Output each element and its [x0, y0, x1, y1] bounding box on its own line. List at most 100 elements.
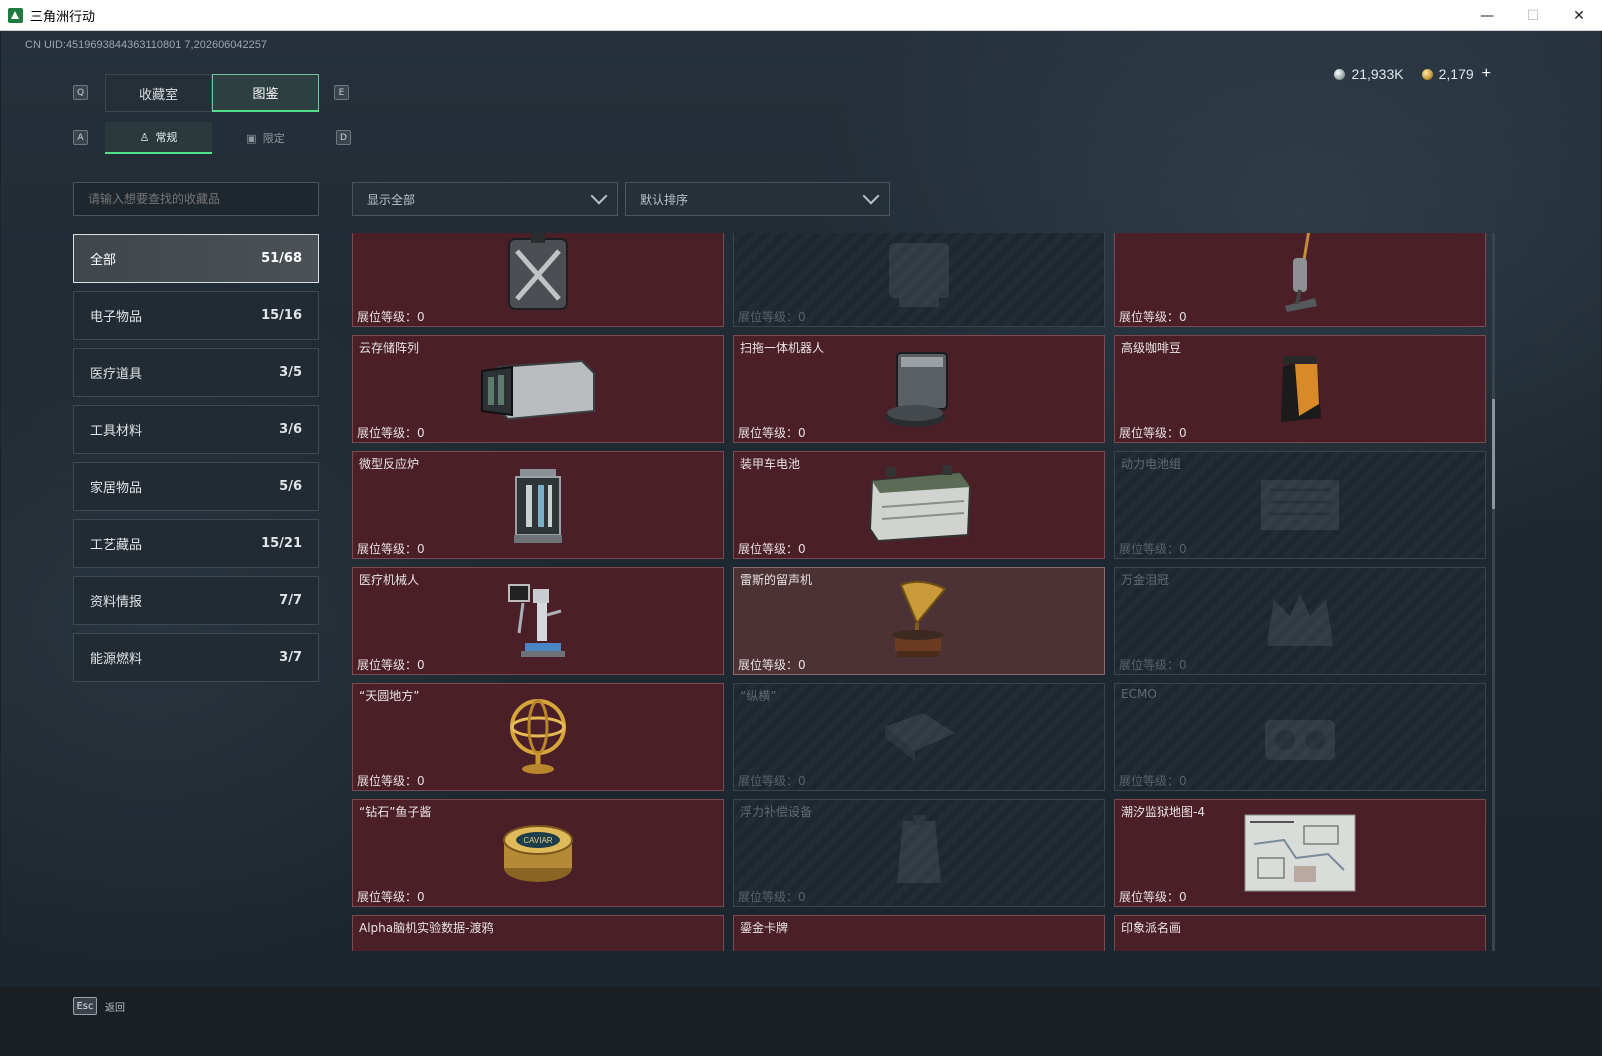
tab-collection-room[interactable]: 收藏室 — [105, 74, 212, 112]
sort-value: 默认排序 — [640, 192, 689, 207]
item-level: 展位等级：0 — [1119, 426, 1187, 440]
category-count: 3/6 — [279, 422, 302, 437]
currency-bar: 21,933K 2,179 + — [1334, 65, 1491, 83]
item-name: 云存储阵列 — [359, 341, 420, 355]
tab-catalog[interactable]: 图鉴 — [212, 74, 319, 112]
item-name: 万金泪冠 — [1121, 573, 1170, 587]
item-level: 展位等级：0 — [738, 426, 806, 440]
key-hint-e: E — [334, 85, 349, 100]
item-card[interactable]: Alpha脑机实验数据-渡鸦 — [352, 915, 724, 951]
tab-regular-label: 常规 — [155, 131, 178, 144]
tab-limited-label: 限定 — [262, 132, 285, 145]
category-count: 15/16 — [261, 308, 302, 323]
figure-icon: ♙ — [139, 130, 150, 144]
item-level: 展位等级：0 — [1119, 310, 1187, 324]
item-card[interactable]: 装甲车电池 展位等级：0 — [733, 451, 1105, 559]
category-intel[interactable]: 资料情报 7/7 — [73, 576, 319, 625]
item-level: 展位等级：0 — [738, 890, 806, 904]
tab-limited[interactable]: ▣ 限定 — [212, 122, 319, 154]
item-card[interactable]: “天圆地方” 展位等级：0 — [352, 683, 724, 791]
back-button[interactable]: Esc 返回 — [73, 997, 125, 1015]
key-hint-q: Q — [73, 85, 88, 100]
item-card[interactable]: “纵横” 展位等级：0 — [733, 683, 1105, 791]
category-crafts[interactable]: 工艺藏品 15/21 — [73, 519, 319, 568]
category-household[interactable]: 家居物品 5/6 — [73, 462, 319, 511]
item-card[interactable]: 微型反应炉 展位等级：0 — [352, 451, 724, 559]
window-title: 三角洲行动 — [30, 8, 96, 24]
caviar-lid-label: CAVIAR — [523, 836, 552, 845]
item-name: 动力电池组 — [1121, 457, 1182, 471]
category-label: 电子物品 — [90, 310, 143, 325]
item-card[interactable]: 鎏金卡牌 — [733, 915, 1105, 951]
image-icon: ▣ — [246, 131, 257, 145]
category-label: 工艺藏品 — [90, 538, 143, 553]
silver-coin-icon — [1334, 68, 1346, 80]
item-level: 展位等级：0 — [1119, 890, 1187, 904]
category-label: 能源燃料 — [90, 652, 143, 667]
battery-icon — [868, 465, 972, 543]
item-card[interactable]: 云存储阵列 展位等级：0 — [352, 335, 724, 443]
item-card[interactable]: 高级咖啡豆 展位等级：0 — [1114, 335, 1486, 443]
item-name: 印象派名画 — [1121, 921, 1182, 935]
add-currency-button[interactable]: + — [1482, 65, 1491, 83]
map-icon — [1244, 814, 1356, 892]
category-label: 医疗道具 — [90, 367, 143, 382]
category-label: 工具材料 — [90, 424, 143, 439]
item-level: 展位等级：0 — [1119, 774, 1187, 788]
item-grid: 展位等级：0 展位等级：0 展位等级：0 云存储阵列 展位等级：0 扫拖一体机器… — [352, 233, 1486, 951]
esc-key-icon: Esc — [73, 997, 97, 1015]
item-card[interactable]: 医疗机械人 展位等级：0 — [352, 567, 724, 675]
category-count: 3/7 — [279, 650, 302, 665]
scrollbar-thumb[interactable] — [1492, 399, 1495, 509]
category-count: 3/5 — [279, 365, 302, 380]
item-card[interactable]: 浮力补偿设备 展位等级：0 — [733, 799, 1105, 907]
gold-currency: 2,179 + — [1421, 65, 1491, 83]
item-card[interactable]: 扫拖一体机器人 展位等级：0 — [733, 335, 1105, 443]
category-electronics[interactable]: 电子物品 15/16 — [73, 291, 319, 340]
minimize-button[interactable]: — — [1464, 0, 1510, 31]
item-card[interactable]: 万金泪冠 展位等级：0 — [1114, 567, 1486, 675]
item-level: 展位等级：0 — [357, 426, 425, 440]
item-name: 装甲车电池 — [740, 457, 801, 471]
item-card[interactable]: 展位等级：0 — [1114, 233, 1486, 327]
item-card[interactable]: 展位等级：0 — [352, 233, 724, 327]
category-fuel[interactable]: 能源燃料 3/7 — [73, 633, 319, 682]
player-uid: CN UID:4519693844363110801 7,20260604225… — [25, 39, 268, 51]
item-card[interactable]: 潮汐监狱地图-4 展位等级：0 — [1114, 799, 1486, 907]
tab-regular[interactable]: ♙ 常规 — [105, 122, 212, 154]
item-name: Alpha脑机实验数据-渡鸦 — [359, 921, 494, 935]
item-name: “纵横” — [740, 689, 777, 703]
item-card[interactable]: 动力电池组 展位等级：0 — [1114, 451, 1486, 559]
category-label: 家居物品 — [90, 481, 143, 496]
item-grid-viewport: 展位等级：0 展位等级：0 展位等级：0 云存储阵列 展位等级：0 扫拖一体机器… — [352, 233, 1490, 951]
category-tools[interactable]: 工具材料 3/6 — [73, 405, 319, 454]
item-level: 展位等级：0 — [738, 774, 806, 788]
silver-currency: 21,933K — [1334, 66, 1404, 82]
grid-scrollbar[interactable] — [1492, 233, 1495, 951]
item-card[interactable]: 展位等级：0 — [733, 233, 1105, 327]
sub-tabs: ♙ 常规 ▣ 限定 — [105, 122, 319, 154]
sort-dropdown[interactable]: 默认排序 — [625, 182, 890, 216]
search-box[interactable] — [73, 182, 319, 216]
close-button[interactable]: ✕ — [1556, 0, 1602, 31]
key-hint-a: A — [73, 130, 88, 145]
item-card[interactable]: “钻石”鱼子酱 CAVIAR 展位等级：0 — [352, 799, 724, 907]
medical-robot-icon — [508, 584, 565, 657]
item-level: 展位等级：0 — [357, 310, 425, 324]
category-all[interactable]: 全部 51/68 — [73, 234, 319, 283]
chevron-down-icon — [862, 187, 880, 205]
maximize-button[interactable]: ☐ — [1510, 0, 1556, 31]
display-filter-dropdown[interactable]: 显示全部 — [352, 182, 618, 216]
item-card[interactable]: 印象派名画 — [1114, 915, 1486, 951]
item-name: 医疗机械人 — [359, 573, 420, 587]
item-level: 展位等级：0 — [357, 542, 425, 556]
item-card[interactable]: ECMO 展位等级：0 — [1114, 683, 1486, 791]
key-hint-d: D — [336, 130, 351, 145]
armillary-icon — [510, 699, 566, 774]
footer-bar — [1, 987, 1601, 1055]
category-medical[interactable]: 医疗道具 3/5 — [73, 348, 319, 397]
search-input[interactable] — [88, 192, 318, 206]
category-count: 7/7 — [279, 593, 302, 608]
chevron-down-icon — [590, 187, 608, 205]
item-card[interactable]: 雷斯的留声机 展位等级：0 — [733, 567, 1105, 675]
